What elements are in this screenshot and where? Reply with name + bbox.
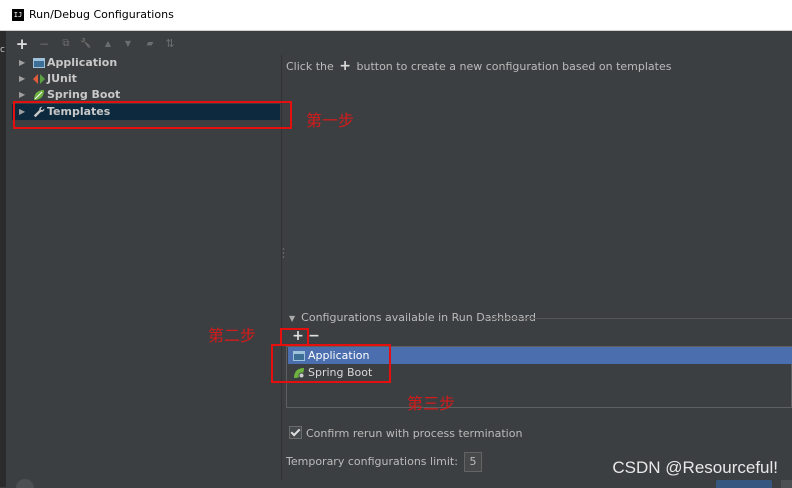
intellij-app-icon: IJ xyxy=(12,9,24,21)
csdn-watermark: CSDN @Resourceful! xyxy=(612,458,778,477)
background-window-strip: c xyxy=(0,31,6,487)
temp-limit-input[interactable]: 5 xyxy=(463,452,482,472)
add-configuration-button[interactable]: + xyxy=(14,35,30,53)
create-folder-button[interactable]: ▰ xyxy=(142,35,158,53)
step2-annotation: 第二步 xyxy=(208,326,257,345)
remove-configuration-button[interactable]: − xyxy=(36,35,52,53)
collapse-triangle-icon[interactable]: ▼ xyxy=(289,314,295,323)
spring-boot-icon xyxy=(34,90,44,100)
application-icon xyxy=(33,58,45,68)
temp-limit-label: Temporary configurations limit: xyxy=(286,455,458,468)
tree-item-label: JUnit xyxy=(47,72,77,85)
hint-text-before: Click the xyxy=(286,60,334,73)
move-down-button[interactable]: ▼ xyxy=(120,35,136,53)
title-bar: IJ Run/Debug Configurations xyxy=(0,0,792,31)
move-up-button[interactable]: ▲ xyxy=(100,35,116,53)
confirm-rerun-checkbox[interactable] xyxy=(289,426,302,439)
copy-configuration-button[interactable]: ⧉ xyxy=(58,35,74,53)
expand-arrow-icon[interactable]: ▶ xyxy=(19,55,25,71)
step3-highlight-box xyxy=(271,344,391,383)
tree-item-label: Application xyxy=(47,56,118,69)
background-text-fragment: c xyxy=(0,45,5,55)
confirm-rerun-option[interactable]: Confirm rerun with process termination xyxy=(289,426,522,440)
step1-highlight-box xyxy=(13,101,292,129)
edit-defaults-button[interactable]: 🔧 xyxy=(78,35,94,53)
hint-plus-icon: + xyxy=(339,58,351,74)
expand-arrow-icon[interactable]: ▶ xyxy=(19,71,25,87)
config-toolbar: + − ⧉ 🔧 ▲ ▼ ▰ ⇅ xyxy=(14,35,184,53)
tree-item-application[interactable]: ▶ Application xyxy=(12,55,280,71)
empty-state-hint: Click the + button to create a new confi… xyxy=(286,58,671,74)
hint-text-after: button to create a new configuration bas… xyxy=(356,60,672,73)
section-separator xyxy=(484,318,792,319)
sort-button[interactable]: ⇅ xyxy=(162,35,178,53)
splitter-grip-icon[interactable] xyxy=(282,247,285,259)
confirm-rerun-label: Confirm rerun with process termination xyxy=(306,427,523,440)
temp-limit-option: Temporary configurations limit: 5 xyxy=(286,452,482,472)
step1-annotation: 第一步 xyxy=(306,111,355,130)
tree-item-junit[interactable]: ▶ JUnit xyxy=(12,71,280,87)
junit-icon xyxy=(33,74,45,84)
step3-annotation: 第三步 xyxy=(407,394,456,413)
window-title: Run/Debug Configurations xyxy=(29,8,174,21)
